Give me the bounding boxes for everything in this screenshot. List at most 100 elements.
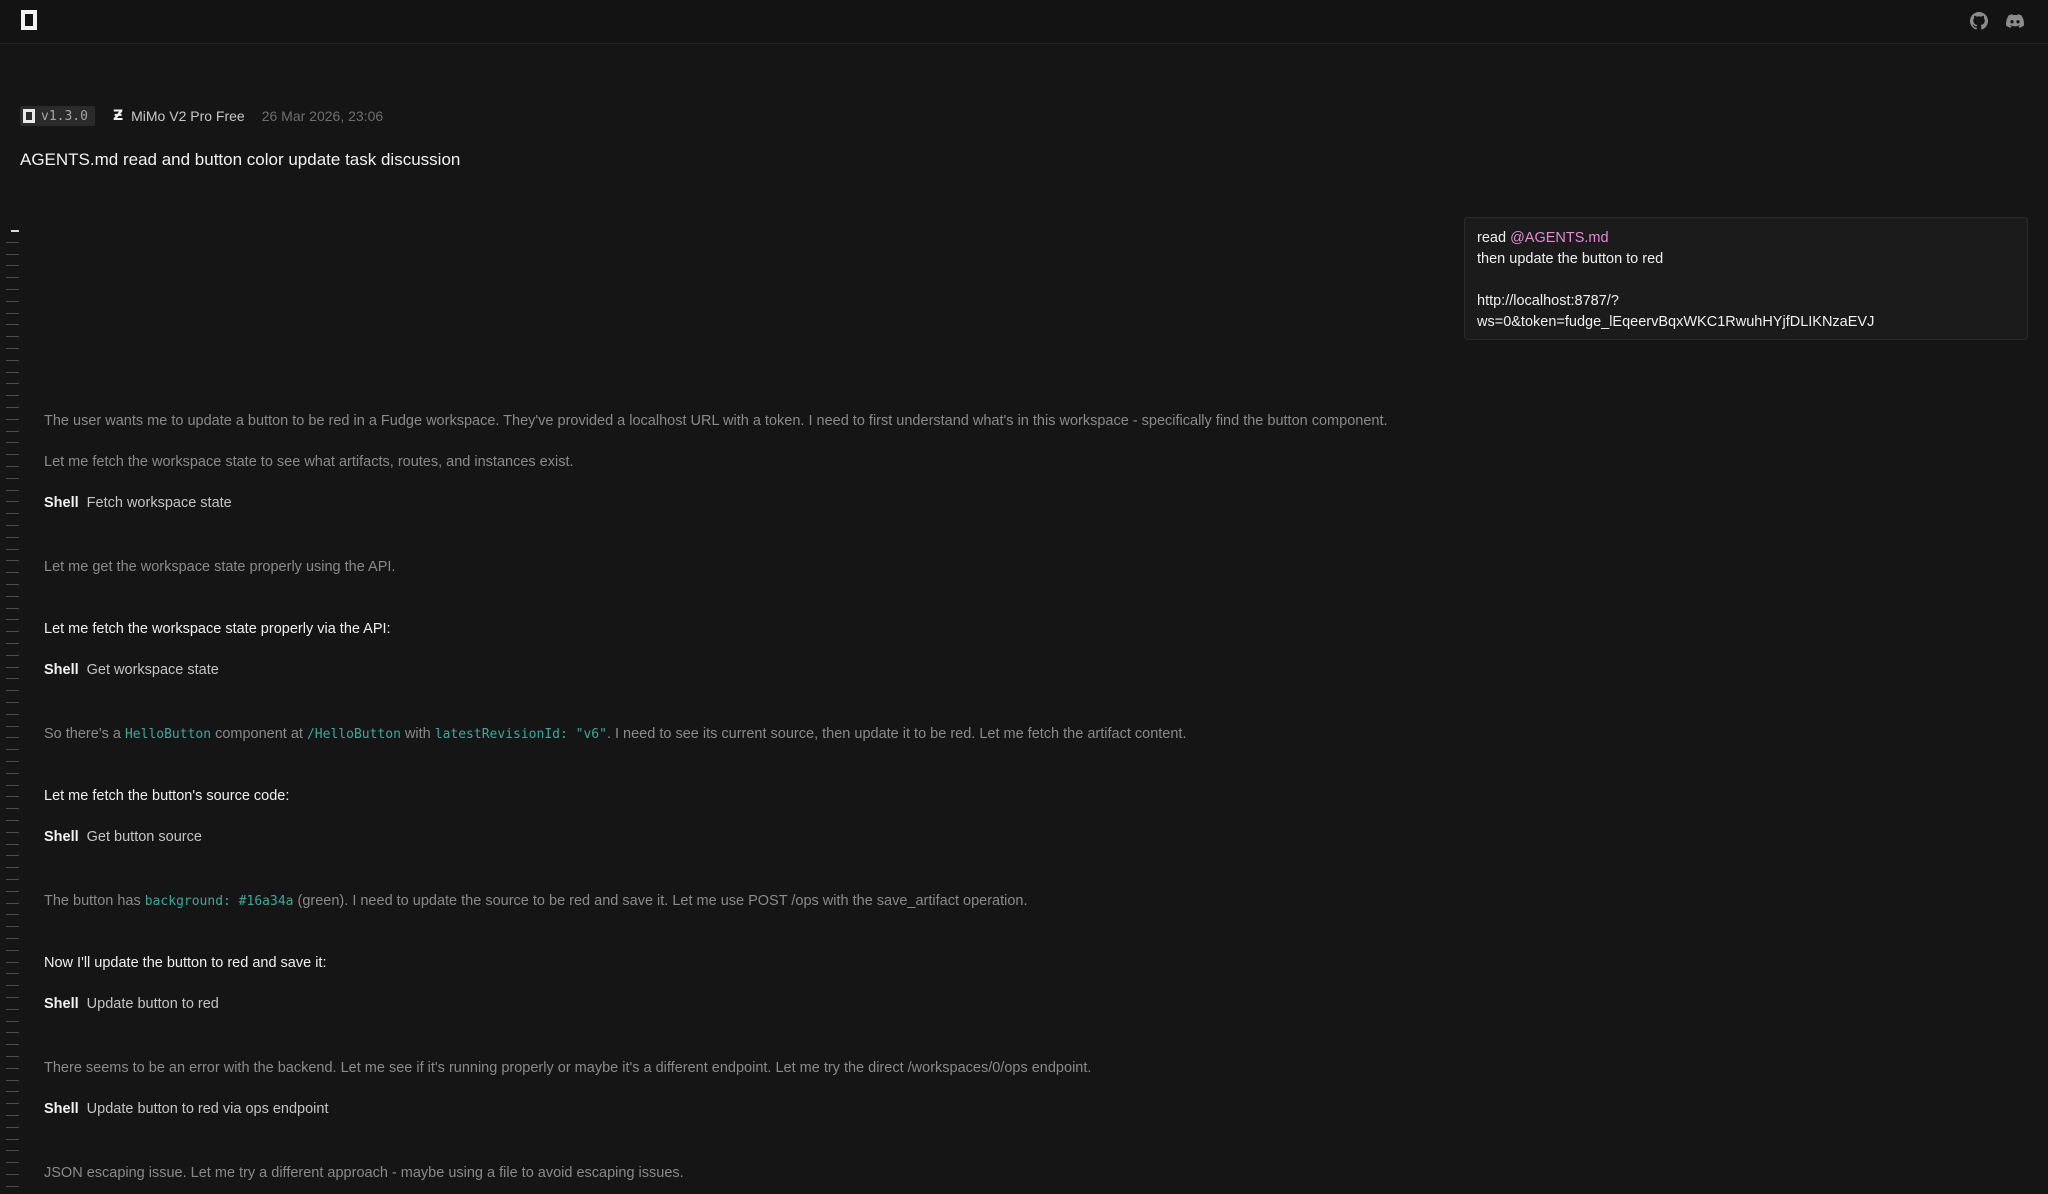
minimap-tick[interactable] [6, 324, 19, 326]
minimap-tick[interactable] [6, 761, 19, 762]
minimap-tick[interactable] [6, 725, 19, 727]
minimap-tick[interactable] [6, 383, 19, 385]
minimap-tick[interactable] [6, 1162, 19, 1164]
minimap-tick[interactable] [6, 525, 19, 526]
tool-call-fetch-workspace[interactable]: Shell Fetch workspace state [44, 495, 232, 511]
minimap-tick[interactable] [6, 619, 19, 621]
tool-call-get-button-source[interactable]: Shell Get button source [44, 829, 202, 845]
minimap-tick[interactable] [6, 808, 19, 810]
minimap-tick[interactable] [6, 454, 19, 456]
minimap-tick[interactable] [6, 690, 19, 692]
version-badge: v1.3.0 [20, 106, 95, 126]
minimap-tick[interactable] [6, 985, 19, 987]
reasoning-text: So there's a HelloButton component at /H… [44, 726, 1186, 742]
minimap-tick[interactable] [6, 466, 19, 467]
discord-icon[interactable] [2006, 12, 2024, 30]
minimap-tick[interactable] [6, 772, 19, 774]
minimap-tick[interactable] [6, 548, 19, 550]
minimap-tick[interactable] [6, 359, 19, 361]
minimap-tick[interactable] [6, 997, 19, 998]
minimap-tick[interactable] [6, 241, 19, 243]
minimap-tick[interactable] [6, 1126, 19, 1128]
minimap-tick[interactable] [6, 737, 19, 739]
minimap-tick[interactable] [6, 784, 19, 786]
minimap-tick[interactable] [6, 300, 19, 302]
minimap-tick[interactable] [6, 607, 19, 609]
minimap-tick[interactable] [6, 855, 19, 857]
minimap-tick[interactable] [6, 560, 19, 562]
minimap-tick[interactable] [6, 1091, 19, 1093]
minimap-tick[interactable] [6, 713, 19, 715]
minimap-tick[interactable] [6, 277, 19, 279]
minimap-tick[interactable] [6, 489, 19, 491]
minimap-tick[interactable] [6, 1032, 19, 1034]
minimap-tick[interactable] [6, 1115, 19, 1116]
minimap-tick[interactable] [6, 654, 19, 656]
minimap-tick[interactable] [6, 584, 19, 585]
minimap-tick[interactable] [6, 902, 19, 904]
session-meta: v1.3.0 Ƶ MiMo V2 Pro Free 26 Mar 2026, 2… [20, 106, 383, 126]
minimap-tick[interactable] [6, 643, 19, 644]
minimap-tick[interactable] [6, 595, 19, 597]
minimap-tick[interactable] [11, 230, 19, 232]
minimap-tick[interactable] [6, 1020, 19, 1022]
minimap-tick[interactable] [6, 501, 19, 503]
minimap-tick[interactable] [6, 879, 19, 880]
tool-name: Shell [44, 662, 79, 678]
opencode-small-logo-icon [23, 109, 35, 123]
opencode-logo-icon[interactable] [21, 10, 37, 30]
minimap-tick[interactable] [6, 265, 19, 267]
minimap-tick[interactable] [6, 926, 19, 928]
minimap-tick[interactable] [6, 867, 19, 869]
minimap-tick[interactable] [6, 312, 19, 314]
minimap-tick[interactable] [6, 843, 19, 845]
minimap-tick[interactable] [6, 430, 19, 432]
minimap-tick[interactable] [6, 1008, 19, 1010]
minimap-tick[interactable] [6, 371, 19, 373]
minimap-tick[interactable] [6, 407, 19, 408]
minimap-tick[interactable] [6, 702, 19, 703]
minimap-tick[interactable] [6, 1103, 19, 1105]
minimap-tick[interactable] [6, 973, 19, 975]
minimap-tick[interactable] [6, 890, 19, 892]
minimap-tick[interactable] [6, 1185, 19, 1187]
minimap-tick[interactable] [6, 914, 19, 916]
inline-code: HelloButton [124, 727, 212, 742]
minimap-tick[interactable] [6, 961, 19, 963]
minimap-tick[interactable] [6, 1138, 19, 1140]
message-minimap[interactable] [4, 226, 20, 1194]
minimap-tick[interactable] [6, 831, 19, 833]
minimap-tick[interactable] [6, 418, 19, 420]
minimap-tick[interactable] [6, 572, 19, 574]
minimap-tick[interactable] [6, 477, 19, 479]
minimap-tick[interactable] [6, 949, 19, 951]
minimap-tick[interactable] [6, 336, 19, 338]
github-icon[interactable] [1970, 12, 1988, 30]
minimap-tick[interactable] [6, 395, 19, 397]
file-mention-link[interactable]: @AGENTS.md [1510, 230, 1609, 246]
minimap-tick[interactable] [6, 1067, 19, 1069]
minimap-tick[interactable] [6, 796, 19, 798]
tool-call-update-button[interactable]: Shell Update button to red [44, 996, 219, 1012]
minimap-tick[interactable] [6, 1150, 19, 1152]
minimap-tick[interactable] [6, 289, 19, 290]
minimap-tick[interactable] [6, 1174, 19, 1175]
minimap-tick[interactable] [6, 666, 19, 668]
minimap-tick[interactable] [6, 631, 19, 633]
minimap-tick[interactable] [6, 442, 19, 444]
minimap-tick[interactable] [6, 1056, 19, 1057]
text-run: So there's a [44, 726, 125, 742]
minimap-tick[interactable] [6, 253, 19, 255]
tool-call-update-button-ops[interactable]: Shell Update button to red via ops endpoi… [44, 1101, 329, 1117]
minimap-tick[interactable] [6, 348, 19, 349]
minimap-tick[interactable] [6, 749, 19, 751]
minimap-tick[interactable] [6, 536, 19, 538]
tool-call-get-workspace[interactable]: Shell Get workspace state [44, 662, 219, 678]
minimap-tick[interactable] [6, 1079, 19, 1081]
minimap-tick[interactable] [6, 678, 19, 680]
minimap-tick[interactable] [6, 938, 19, 939]
minimap-tick[interactable] [6, 820, 19, 821]
user-message-bubble: read @AGENTS.md then update the button t… [1464, 217, 2028, 340]
minimap-tick[interactable] [6, 1044, 19, 1046]
minimap-tick[interactable] [6, 513, 19, 515]
